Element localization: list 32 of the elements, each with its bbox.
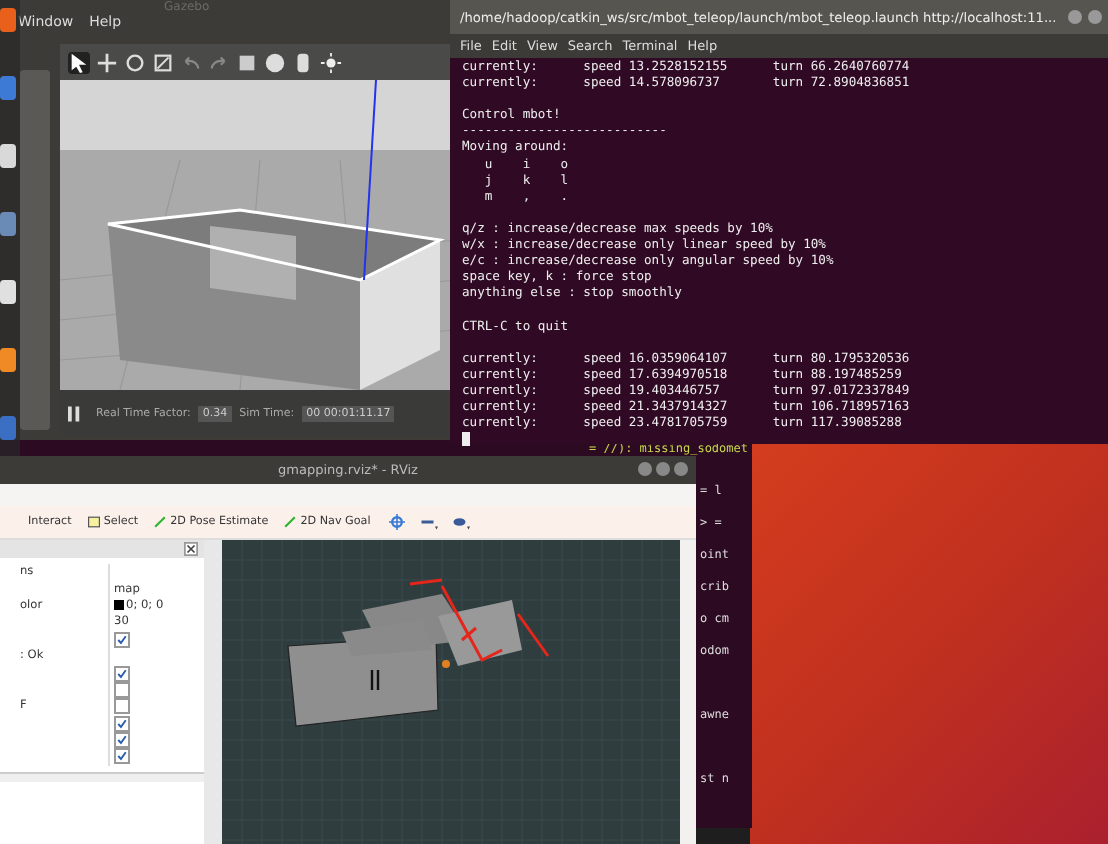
maximize-button[interactable]	[656, 462, 670, 476]
app-icon[interactable]	[0, 144, 16, 168]
app-icon[interactable]	[0, 212, 16, 236]
text-cursor	[462, 432, 470, 447]
sphere-icon[interactable]	[264, 51, 286, 73]
app-icon[interactable]	[0, 8, 16, 32]
close-icon[interactable]	[184, 542, 198, 556]
crosshair-icon[interactable]	[388, 514, 407, 530]
checkbox[interactable]	[114, 665, 130, 682]
close-button[interactable]	[674, 462, 688, 476]
app-icon[interactable]	[0, 280, 16, 304]
checkbox[interactable]	[114, 631, 130, 648]
sun-icon[interactable]	[320, 51, 342, 73]
move-icon[interactable]	[96, 51, 118, 73]
maximize-button[interactable]	[1088, 10, 1102, 24]
redo-icon[interactable]	[208, 51, 230, 73]
minimize-button[interactable]	[638, 462, 652, 476]
pointer-icon[interactable]	[68, 51, 90, 73]
checkbox[interactable]	[114, 715, 130, 732]
minimize-button[interactable]	[1068, 10, 1082, 24]
cylinder-icon[interactable]	[292, 51, 314, 73]
eye-icon[interactable]	[452, 514, 471, 530]
scale-icon[interactable]	[152, 51, 174, 73]
app-icon[interactable]	[0, 76, 16, 100]
box-icon[interactable]	[236, 51, 258, 73]
checkbox[interactable]	[114, 748, 130, 765]
app-icon[interactable]	[0, 348, 16, 372]
pause-icon[interactable]	[68, 405, 80, 421]
select-box-icon	[87, 516, 100, 528]
checkbox[interactable]	[114, 732, 130, 749]
checkbox[interactable]	[114, 698, 130, 715]
rotate-icon[interactable]	[124, 51, 146, 73]
